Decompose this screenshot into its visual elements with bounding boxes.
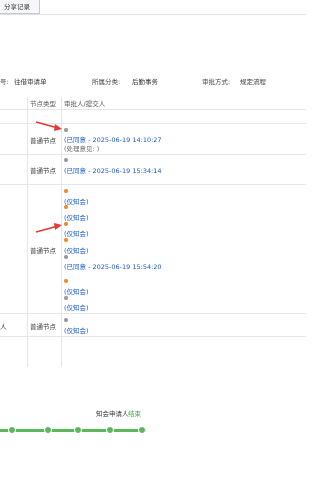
workflow-step-label: 结束 [128, 410, 141, 418]
row-divider [0, 153, 306, 155]
notify-status-icon [64, 221, 68, 226]
workflow-step-dot [8, 426, 16, 434]
form-number-label: 号: [0, 78, 9, 86]
column-divider [27, 97, 28, 367]
approver-text: (处理意见: ) [64, 144, 100, 153]
approver-text: (已同意 - 2025-06-19 15:34:14 [64, 167, 162, 175]
approver-text: (仅知会) [64, 304, 89, 313]
category-label: 所属分类: [92, 78, 121, 86]
category-value: 后勤事务 [132, 78, 158, 86]
node-type: 普通节点 [30, 167, 56, 176]
approver-status-icon [64, 127, 68, 132]
approver-status-icon [64, 295, 68, 300]
approver-entry [64, 220, 70, 228]
approval-table-body: (已同意 - 2025-06-19 14:10:27 (处理意见: ) 普通节点 (已… [0, 97, 306, 380]
workflow-step-dot [44, 426, 52, 434]
approver-text: (已同意 - 2025-06-19 15:54:20 [64, 263, 162, 272]
notify-status-icon [64, 188, 68, 193]
header-node-type: 节点类型 [30, 100, 56, 108]
form-info-bar: 号: 往借审请单 所属分类: 后勤事务 审批方式: 规定流程 [0, 76, 306, 88]
arrow-icon [35, 223, 62, 233]
notify-status-icon [64, 205, 68, 210]
row-divider [0, 184, 306, 186]
approver-entry [64, 204, 70, 212]
workflow-step-label: 知会申请人 [96, 410, 129, 418]
workflow-step-dot [106, 426, 114, 434]
header-approver: 审批人/提交人 [64, 100, 106, 108]
approver-entry [64, 187, 70, 195]
approver-status-icon [64, 254, 68, 259]
notify-status-icon [64, 279, 68, 284]
arrow-icon [35, 121, 62, 131]
approval-status-line: (仅知会) [64, 302, 89, 312]
row-divider [0, 313, 306, 315]
approval-status-line: (处理意见: ) [64, 143, 99, 153]
approval-method-label: 审批方式: [202, 78, 231, 86]
tab-divider [0, 14, 306, 15]
approver-entry [64, 157, 70, 165]
approver-text: (仅知会) [64, 326, 89, 335]
workflow-step-dot [138, 426, 146, 434]
approver-entry [64, 237, 70, 245]
approval-status-line: (已同意 - 2025-06-19 15:34:14 [64, 165, 162, 175]
approver-entry [64, 316, 70, 324]
notify-status-icon [64, 238, 68, 243]
node-type: 普通节点 [30, 246, 56, 255]
tab-share-record[interactable]: 分享记录 [0, 0, 40, 14]
workflow-step-dot [74, 426, 82, 434]
workflow-progress: 知会申请人 结束 [0, 410, 306, 460]
approver-status-icon [64, 158, 68, 163]
approval-table-header: 节点类型 审批人/提交人 [0, 97, 306, 110]
approver-entry [64, 126, 70, 134]
approver-entry [64, 278, 70, 286]
approval-status-line: (已同意 - 2025-06-19 15:54:20 [64, 261, 162, 271]
approver-entry [64, 253, 70, 261]
approver-status-icon [64, 317, 68, 322]
node-type: 普通节点 [30, 322, 56, 331]
node-name: 人 [0, 322, 7, 331]
approval-status-line: (仅知会) [64, 325, 89, 335]
approver-entry [64, 294, 70, 302]
row-divider [0, 335, 306, 337]
form-number-value: 往借审请单 [14, 78, 47, 86]
progress-track [0, 429, 146, 432]
node-type: 普通节点 [30, 136, 56, 145]
approval-method-value: 规定流程 [240, 78, 266, 86]
